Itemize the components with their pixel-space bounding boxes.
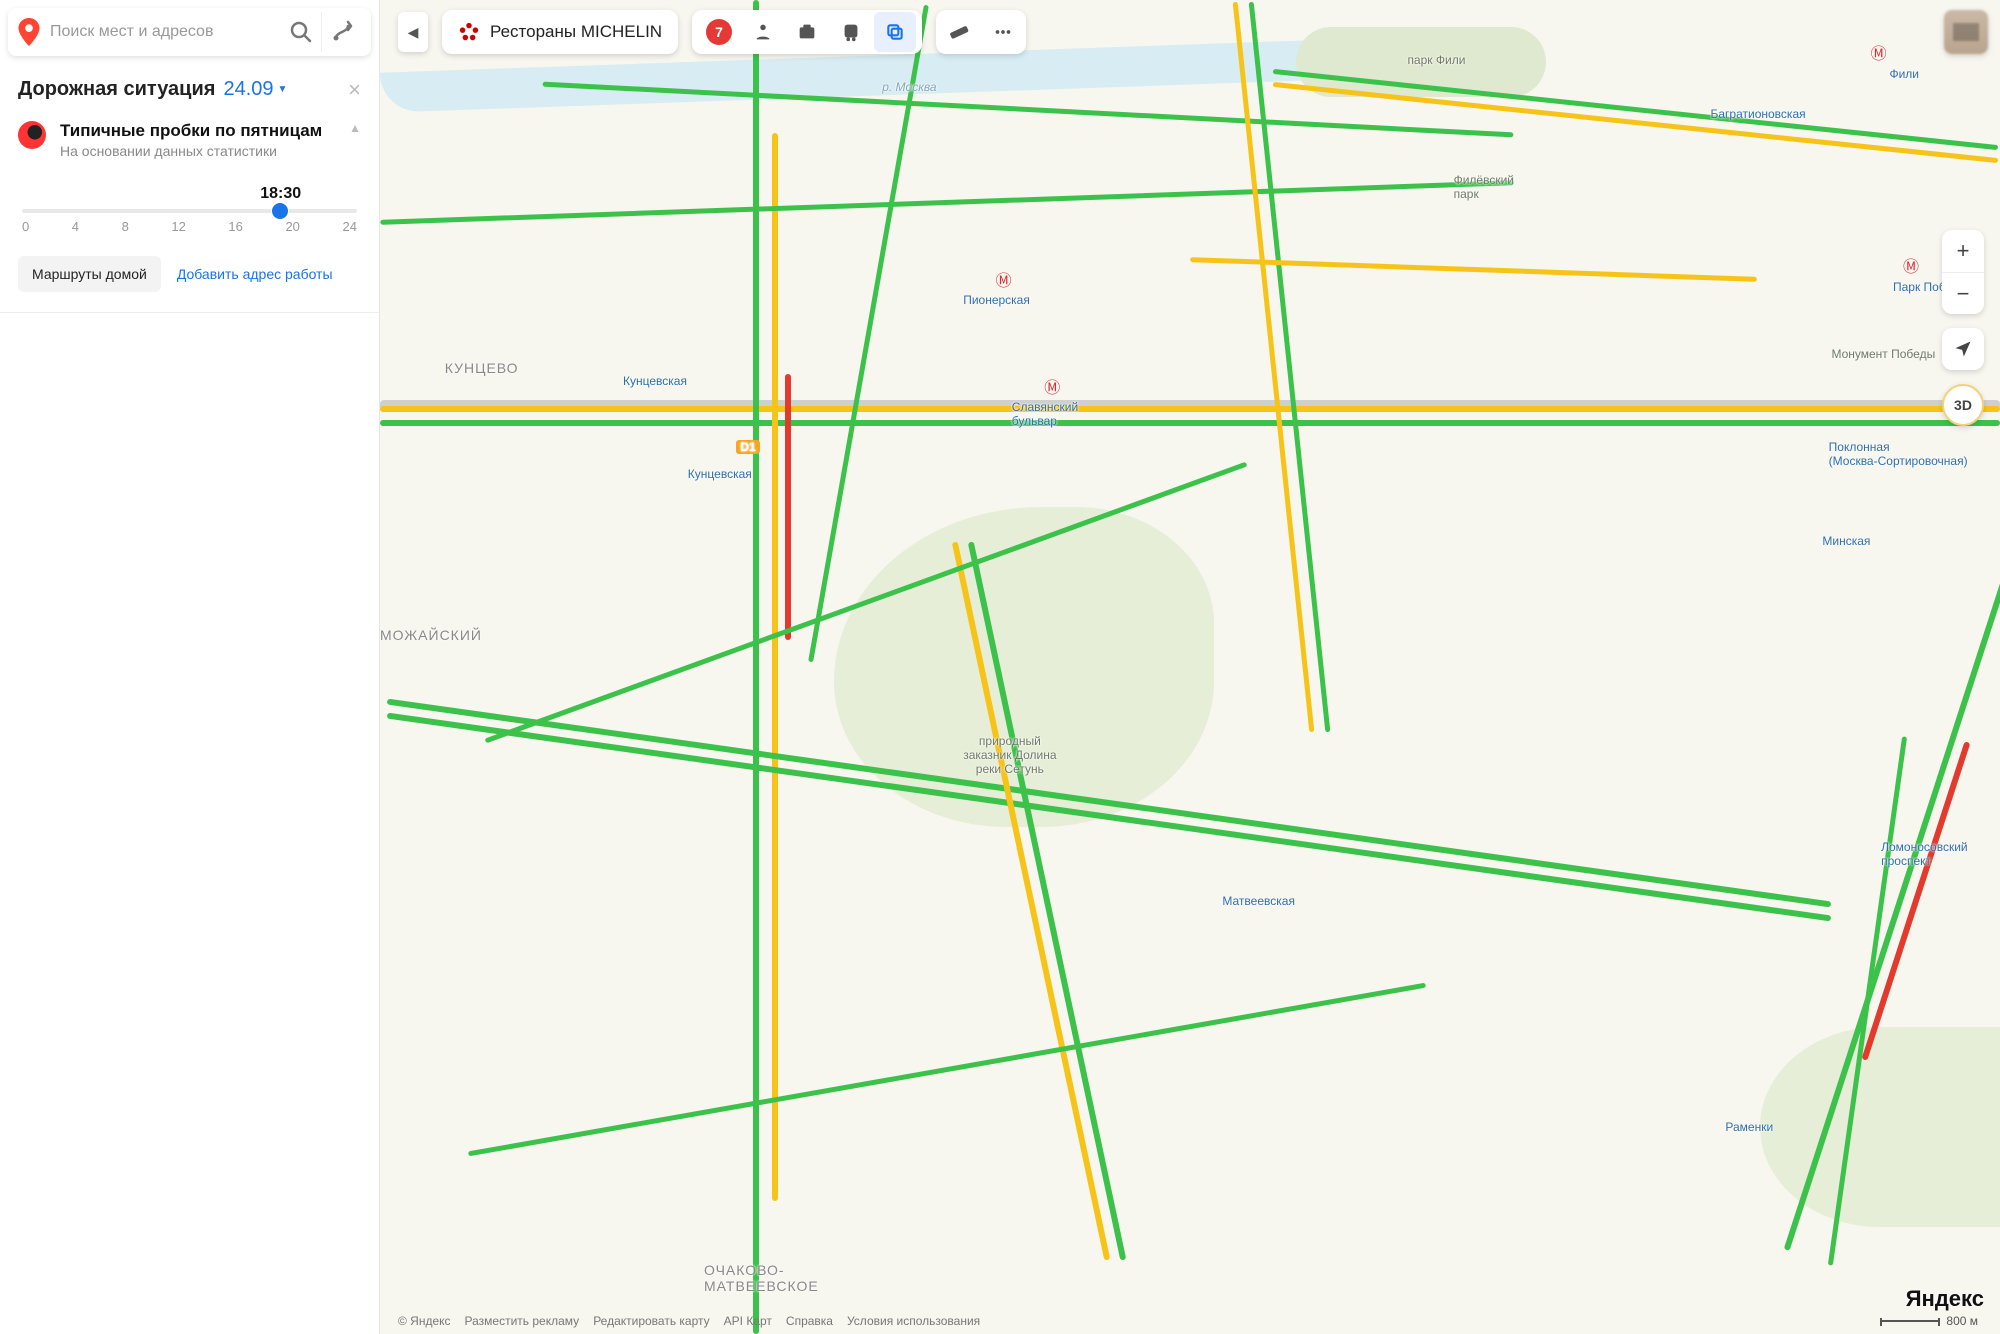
map-canvas[interactable]: парк Фили р. Москва Багратионовская Ⓜ Фи… (380, 0, 2000, 1334)
zoom-in-button[interactable]: + (1942, 230, 1984, 272)
map-label: Фили (1889, 67, 1919, 81)
map-label: природный заказник Долина реки Сетунь (963, 734, 1056, 776)
map-zoom-controls: + − 3D (1942, 230, 1984, 426)
chevron-left-icon: ◀ (408, 24, 419, 41)
time-slider-tick: 0 (22, 219, 29, 234)
footer-copyright: © Яндекс (398, 1314, 451, 1328)
time-slider-tick: 20 (285, 219, 299, 234)
map-label: Кунцевская (688, 467, 752, 481)
search-bar (8, 8, 371, 56)
footer-link[interactable]: Разместить рекламу (465, 1314, 580, 1328)
time-slider-tick: 24 (342, 219, 356, 234)
metro-icon: Ⓜ (1871, 40, 1887, 56)
panel-date-picker[interactable]: 24.09 ▼ (223, 78, 287, 101)
time-slider-tick: 16 (228, 219, 242, 234)
time-slider-tick: 4 (72, 219, 79, 234)
map-district-label: ОЧАКОВО- МАТВЕЕВСКОЕ (704, 1262, 819, 1294)
michelin-chip-label: Рестораны MICHELIN (490, 22, 662, 42)
metro-icon: Ⓜ (996, 267, 1012, 283)
time-slider[interactable]: 18:30 0 4 8 12 16 20 24 (18, 185, 361, 234)
time-slider-ticks: 0 4 8 12 16 20 24 (22, 219, 357, 234)
time-slider-thumb[interactable] (272, 203, 288, 219)
street-view-button[interactable] (742, 12, 784, 52)
footer-link[interactable]: Условия использования (847, 1314, 980, 1328)
route-button[interactable] (321, 12, 361, 52)
time-slider-value: 18:30 (260, 185, 301, 203)
footer-links: © Яндекс Разместить рекламу Редактировать… (398, 1314, 1988, 1328)
map-label: парк Фили (1407, 53, 1465, 67)
zoom-out-button[interactable]: − (1942, 272, 1984, 314)
add-work-address-link[interactable]: Добавить адрес работы (177, 266, 333, 282)
map-label: Монумент Победы (1831, 347, 1935, 361)
traffic-heading: Типичные пробки по пятницам (60, 121, 335, 141)
search-input[interactable] (50, 23, 271, 41)
footer-link[interactable]: API Карт (724, 1314, 772, 1328)
map-district-label: КУНЦЕВО (445, 360, 519, 376)
collapse-caret-icon[interactable]: ▲ (349, 121, 361, 159)
traffic-level-icon (18, 121, 46, 149)
park-shape (1760, 1027, 2000, 1227)
map-pin-icon (18, 18, 40, 46)
chevron-down-icon: ▼ (278, 84, 288, 95)
map-label: Ломоносовский проспект (1881, 840, 1967, 868)
ruler-button[interactable] (938, 12, 980, 52)
map-label: Филёвский парк (1454, 173, 1514, 201)
rail-line-badge: D1 (736, 440, 759, 454)
toggle-3d-button[interactable]: 3D (1942, 384, 1984, 426)
close-button[interactable]: × (348, 79, 361, 101)
search-button[interactable] (281, 12, 321, 52)
collapse-sidebar-button[interactable]: ◀ (398, 12, 428, 52)
user-avatar[interactable] (1944, 10, 1988, 54)
map-label: Матвеевская (1222, 894, 1295, 908)
sidebar-resize-handle[interactable] (380, 0, 394, 1334)
traffic-subtitle: На основании данных статистики (60, 143, 335, 159)
traffic-panel: Дорожная ситуация 24.09 ▼ × Типичные про… (0, 64, 379, 313)
brand-logo: Яндекс (1906, 1286, 1984, 1312)
map-label: Пионерская (963, 293, 1030, 307)
time-slider-tick: 8 (122, 219, 129, 234)
map-label: Минская (1822, 534, 1870, 548)
metro-icon: Ⓜ (1044, 374, 1060, 390)
more-button[interactable] (982, 12, 1024, 52)
measure-toolbar (936, 10, 1026, 54)
panorama-button[interactable] (786, 12, 828, 52)
footer-link[interactable]: Справка (786, 1314, 833, 1328)
michelin-chip[interactable]: Рестораны MICHELIN (442, 10, 678, 54)
panel-title: Дорожная ситуация (18, 78, 215, 101)
map-district-label: МОЖАЙСКИЙ (380, 627, 482, 643)
footer-link[interactable]: Редактировать карту (593, 1314, 709, 1328)
map-label: р. Москва (882, 80, 936, 94)
map-layers-toolbar: 7 (692, 10, 922, 54)
panel-date-value: 24.09 (223, 78, 273, 101)
traffic-layer-button[interactable]: 7 (698, 12, 740, 52)
routes-home-button[interactable]: Маршруты домой (18, 256, 161, 292)
michelin-icon (458, 21, 480, 43)
map-label: Поклонная (Москва-Сортировочная) (1829, 440, 1968, 468)
transit-button[interactable] (830, 12, 872, 52)
locate-me-button[interactable] (1942, 328, 1984, 370)
map-label: Кунцевская (623, 374, 687, 388)
sidebar: Дорожная ситуация 24.09 ▼ × Типичные про… (0, 0, 380, 1334)
map-label: Славянский бульвар (1012, 400, 1078, 428)
metro-icon: Ⓜ (1903, 253, 1919, 269)
layers-button[interactable] (874, 12, 916, 52)
time-slider-track[interactable] (22, 209, 357, 213)
map-label: Раменки (1725, 1120, 1773, 1134)
time-slider-tick: 12 (171, 219, 185, 234)
map-label: Багратионовская (1711, 107, 1806, 121)
traffic-level-badge: 7 (706, 19, 732, 45)
